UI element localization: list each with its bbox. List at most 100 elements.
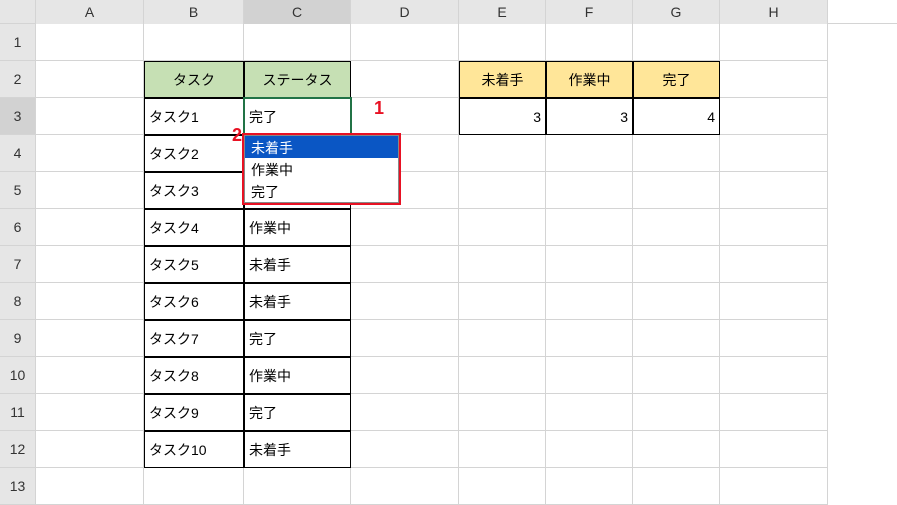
cell-E11[interactable] — [459, 394, 546, 431]
row-header-12[interactable]: 12 — [0, 431, 36, 468]
cell-E7[interactable] — [459, 246, 546, 283]
col-header-F[interactable]: F — [546, 0, 633, 24]
cell-C2[interactable]: ステータス — [244, 61, 351, 98]
cell-C8[interactable]: 未着手 — [244, 283, 351, 320]
cell-E12[interactable] — [459, 431, 546, 468]
cell-D9[interactable] — [351, 320, 459, 357]
cell-D12[interactable] — [351, 431, 459, 468]
cell-H1[interactable] — [720, 24, 828, 61]
col-header-B[interactable]: B — [144, 0, 244, 24]
cell-B6[interactable]: タスク4 — [144, 209, 244, 246]
cell-G4[interactable] — [633, 135, 720, 172]
cell-H2[interactable] — [720, 61, 828, 98]
cell-A3[interactable] — [36, 98, 144, 135]
cell-G13[interactable] — [633, 468, 720, 505]
cell-F2[interactable]: 作業中 — [546, 61, 633, 98]
cell-D7[interactable] — [351, 246, 459, 283]
cell-E3[interactable]: 3 — [459, 98, 546, 135]
cell-H6[interactable] — [720, 209, 828, 246]
cell-E5[interactable] — [459, 172, 546, 209]
cell-E2[interactable]: 未着手 — [459, 61, 546, 98]
cell-G10[interactable] — [633, 357, 720, 394]
cell-C13[interactable] — [244, 468, 351, 505]
cell-D8[interactable] — [351, 283, 459, 320]
col-header-D[interactable]: D — [351, 0, 459, 24]
select-all-corner[interactable] — [0, 0, 36, 24]
cell-F12[interactable] — [546, 431, 633, 468]
cell-E9[interactable] — [459, 320, 546, 357]
row-header-3[interactable]: 3 — [0, 98, 36, 135]
cell-A6[interactable] — [36, 209, 144, 246]
dropdown-option-0[interactable]: 未着手 — [245, 136, 398, 158]
cell-G9[interactable] — [633, 320, 720, 357]
cell-G6[interactable] — [633, 209, 720, 246]
row-header-1[interactable]: 1 — [0, 24, 36, 61]
cell-B4[interactable]: タスク2 — [144, 135, 244, 172]
cell-H8[interactable] — [720, 283, 828, 320]
cell-E1[interactable] — [459, 24, 546, 61]
row-header-10[interactable]: 10 — [0, 357, 36, 394]
cell-B5[interactable]: タスク3 — [144, 172, 244, 209]
cell-C3[interactable]: 完了 — [244, 98, 351, 135]
cell-B8[interactable]: タスク6 — [144, 283, 244, 320]
cell-D1[interactable] — [351, 24, 459, 61]
cell-H9[interactable] — [720, 320, 828, 357]
cell-A4[interactable] — [36, 135, 144, 172]
cell-C7[interactable]: 未着手 — [244, 246, 351, 283]
cell-F8[interactable] — [546, 283, 633, 320]
cell-D6[interactable] — [351, 209, 459, 246]
col-header-E[interactable]: E — [459, 0, 546, 24]
cell-B1[interactable] — [144, 24, 244, 61]
cell-F10[interactable] — [546, 357, 633, 394]
cell-F6[interactable] — [546, 209, 633, 246]
cell-G11[interactable] — [633, 394, 720, 431]
cell-G3[interactable]: 4 — [633, 98, 720, 135]
cell-E8[interactable] — [459, 283, 546, 320]
dropdown-option-1[interactable]: 作業中 — [245, 158, 398, 180]
cell-E4[interactable] — [459, 135, 546, 172]
cell-D10[interactable] — [351, 357, 459, 394]
cell-G5[interactable] — [633, 172, 720, 209]
cell-C12[interactable]: 未着手 — [244, 431, 351, 468]
cell-E13[interactable] — [459, 468, 546, 505]
cell-A13[interactable] — [36, 468, 144, 505]
cell-G2[interactable]: 完了 — [633, 61, 720, 98]
cell-G1[interactable] — [633, 24, 720, 61]
cell-F13[interactable] — [546, 468, 633, 505]
cell-C11[interactable]: 完了 — [244, 394, 351, 431]
cell-B7[interactable]: タスク5 — [144, 246, 244, 283]
cell-E6[interactable] — [459, 209, 546, 246]
cell-C10[interactable]: 作業中 — [244, 357, 351, 394]
cell-B10[interactable]: タスク8 — [144, 357, 244, 394]
cell-F4[interactable] — [546, 135, 633, 172]
cell-A9[interactable] — [36, 320, 144, 357]
cell-A2[interactable] — [36, 61, 144, 98]
data-validation-dropdown-list[interactable]: 未着手 作業中 完了 — [244, 135, 399, 203]
cell-D2[interactable] — [351, 61, 459, 98]
cell-A7[interactable] — [36, 246, 144, 283]
cell-A11[interactable] — [36, 394, 144, 431]
cell-A12[interactable] — [36, 431, 144, 468]
cell-G7[interactable] — [633, 246, 720, 283]
cell-F1[interactable] — [546, 24, 633, 61]
row-header-11[interactable]: 11 — [0, 394, 36, 431]
cell-H7[interactable] — [720, 246, 828, 283]
cell-E10[interactable] — [459, 357, 546, 394]
cell-H10[interactable] — [720, 357, 828, 394]
row-header-2[interactable]: 2 — [0, 61, 36, 98]
cell-F11[interactable] — [546, 394, 633, 431]
cell-B9[interactable]: タスク7 — [144, 320, 244, 357]
row-header-13[interactable]: 13 — [0, 468, 36, 505]
col-header-H[interactable]: H — [720, 0, 828, 24]
cell-B2[interactable]: タスク — [144, 61, 244, 98]
col-header-G[interactable]: G — [633, 0, 720, 24]
cell-H4[interactable] — [720, 135, 828, 172]
cell-F3[interactable]: 3 — [546, 98, 633, 135]
row-header-6[interactable]: 6 — [0, 209, 36, 246]
cell-B11[interactable]: タスク9 — [144, 394, 244, 431]
cell-C1[interactable] — [244, 24, 351, 61]
cell-F5[interactable] — [546, 172, 633, 209]
cell-F7[interactable] — [546, 246, 633, 283]
cell-G12[interactable] — [633, 431, 720, 468]
cell-H3[interactable] — [720, 98, 828, 135]
